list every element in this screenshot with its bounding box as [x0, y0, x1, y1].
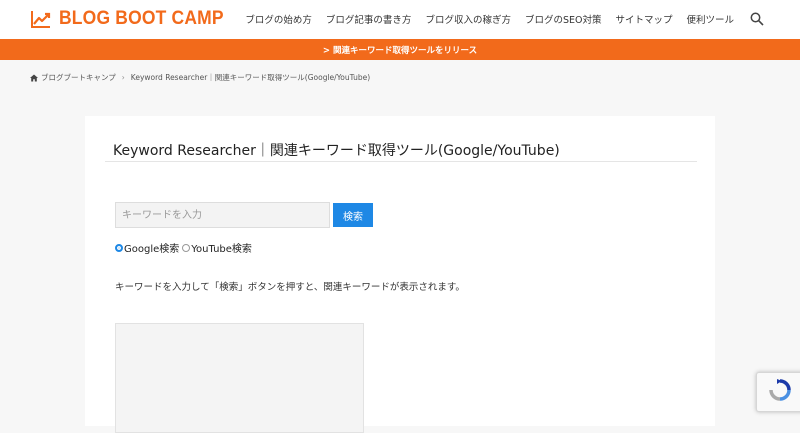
- page-title: Keyword Researcher｜関連キーワード取得ツール(Google/Y…: [113, 143, 560, 159]
- breadcrumb: ブログブートキャンプ › Keyword Researcher｜関連キーワード取…: [30, 72, 370, 83]
- announcement-text: > 関連キーワード取得ツールをリリース: [322, 45, 478, 56]
- site-logo[interactable]: BLOG BOOT CAMP: [30, 8, 238, 30]
- nav-item-writing[interactable]: ブログ記事の書き方: [326, 12, 412, 26]
- radio-google[interactable]: [115, 243, 123, 252]
- nav-item-start-blog[interactable]: ブログの始め方: [245, 12, 312, 26]
- radio-youtube-label[interactable]: YouTube検索: [191, 240, 252, 255]
- search-icon[interactable]: [750, 12, 764, 26]
- recaptcha-icon: [769, 379, 791, 401]
- tool-card: Keyword Researcher｜関連キーワード取得ツール(Google/Y…: [85, 116, 715, 433]
- search-button[interactable]: 検索: [333, 203, 373, 227]
- search-engine-options: Google検索 YouTube検索: [115, 240, 252, 255]
- nav-item-earning[interactable]: ブログ収入の稼ぎ方: [425, 12, 511, 26]
- results-box[interactable]: [115, 323, 364, 433]
- site-header: BLOG BOOT CAMP ブログの始め方 ブログ記事の書き方 ブログ収入の稼…: [0, 0, 800, 39]
- keyword-input[interactable]: [115, 202, 330, 228]
- nav-item-sitemap[interactable]: サイトマップ: [615, 12, 672, 26]
- radio-youtube[interactable]: [182, 243, 191, 252]
- breadcrumb-current: Keyword Researcher｜関連キーワード取得ツール(Google/Y…: [130, 73, 371, 82]
- home-icon: [30, 74, 38, 81]
- recaptcha-badge[interactable]: [756, 372, 800, 412]
- trending-up-icon: [31, 11, 51, 28]
- nav-item-seo[interactable]: ブログのSEO対策: [525, 12, 602, 26]
- title-divider: [105, 161, 697, 162]
- instruction-text: キーワードを入力して「検索」ボタンを押すと、関連キーワードが表示されます。: [115, 282, 465, 293]
- breadcrumb-separator: ›: [121, 73, 125, 82]
- logo-text: BLOG BOOT CAMP: [59, 8, 224, 29]
- nav-item-tools[interactable]: 便利ツール: [686, 12, 734, 26]
- announcement-bar[interactable]: > 関連キーワード取得ツールをリリース: [0, 39, 800, 60]
- breadcrumb-home[interactable]: ブログブートキャンプ: [41, 72, 116, 83]
- main-nav: ブログの始め方 ブログ記事の書き方 ブログ収入の稼ぎ方 ブログのSEO対策 サイ…: [231, 12, 764, 26]
- radio-google-label[interactable]: Google検索: [124, 240, 179, 255]
